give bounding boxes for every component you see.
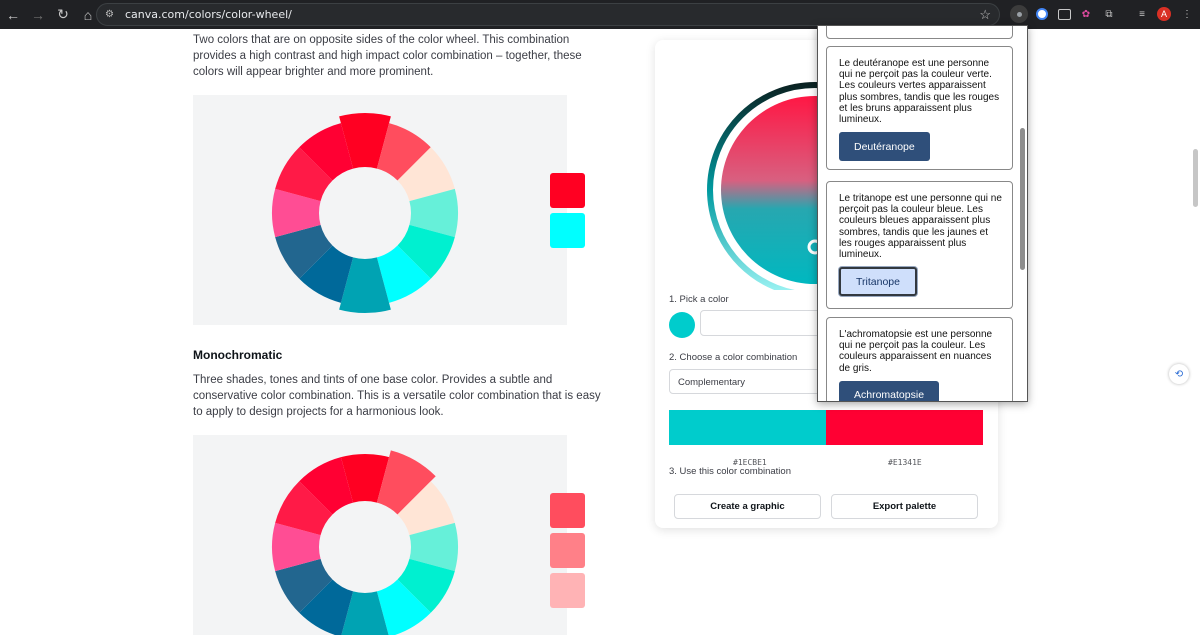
- back-icon[interactable]: ←: [2, 4, 24, 26]
- bookmark-star-icon[interactable]: ☆: [979, 7, 991, 23]
- popup-scrollbar[interactable]: [1020, 128, 1025, 270]
- deuteranope-card: Le deutéranope est une personne qui ne p…: [826, 46, 1013, 170]
- colorblind-extension-popup: Le deutéranope est une personne qui ne p…: [817, 25, 1028, 402]
- monochromatic-color-wheel: [272, 450, 458, 640]
- tritanope-description: Le tritanope est une personne qui ne per…: [839, 193, 1002, 261]
- monochromatic-wheel-panel: [193, 435, 567, 640]
- page-scrollbar[interactable]: [1193, 149, 1198, 207]
- export-palette-button[interactable]: Export palette: [831, 494, 978, 519]
- side-widget-icon[interactable]: ⟲: [1169, 364, 1189, 384]
- tritanope-card: Le tritanope est une personne qui ne per…: [826, 181, 1013, 309]
- media-queue-icon[interactable]: ≡: [1133, 5, 1151, 23]
- combination-preview: [669, 410, 983, 445]
- complementary-wheel-panel: [193, 95, 567, 325]
- screen-extension-icon[interactable]: [1055, 5, 1073, 23]
- achromatopsie-card: L'achromatopsie est une personne qui ne …: [826, 317, 1013, 401]
- google-extension-icon[interactable]: [1033, 5, 1051, 23]
- extensions-puzzle-icon[interactable]: ⧉: [1100, 5, 1118, 23]
- complementary-description: Two colors that are on opposite sides of…: [193, 34, 582, 78]
- create-graphic-button[interactable]: Create a graphic: [674, 494, 821, 519]
- profile-avatar[interactable]: A: [1155, 5, 1173, 23]
- site-settings-icon[interactable]: ⚙: [105, 9, 119, 21]
- reload-icon[interactable]: ↻: [52, 4, 74, 26]
- monochromatic-heading: Monochromatic: [193, 348, 283, 362]
- color-extension-icon[interactable]: ✿: [1077, 5, 1095, 23]
- popup-card-previous: [826, 26, 1013, 39]
- achromatopsie-description: L'achromatopsie est une personne qui ne …: [839, 329, 993, 374]
- combination-color-right[interactable]: [826, 410, 983, 445]
- monochromatic-description: Three shades, tones and tints of one bas…: [193, 374, 601, 418]
- combination-color-left[interactable]: [669, 410, 826, 445]
- complementary-swatch-2[interactable]: [550, 213, 585, 248]
- extension-active-icon[interactable]: [1010, 5, 1028, 23]
- deuteranope-description: Le deutéranope est une personne qui ne p…: [839, 58, 1000, 126]
- use-combination-label: 3. Use this color combination: [669, 466, 791, 477]
- deuteranope-button[interactable]: Deutéranope: [839, 132, 930, 162]
- complementary-color-wheel: [272, 112, 458, 313]
- achromatopsie-button[interactable]: Achromatopsie: [839, 380, 940, 401]
- url-text[interactable]: canva.com/colors/color-wheel/: [125, 8, 292, 21]
- tritanope-button[interactable]: Tritanope: [839, 267, 917, 297]
- monochromatic-swatch-2[interactable]: [550, 533, 585, 568]
- complementary-swatch-1[interactable]: [550, 173, 585, 208]
- address-bar[interactable]: ⚙ canva.com/colors/color-wheel/ ☆: [96, 3, 1000, 26]
- pick-color-label: 1. Pick a color: [669, 294, 729, 305]
- choose-combination-label: 2. Choose a color combination: [669, 352, 798, 363]
- hex-right-label: #E1341E: [888, 458, 922, 467]
- forward-icon[interactable]: →: [27, 4, 49, 26]
- menu-kebab-icon[interactable]: ⋮: [1178, 5, 1196, 23]
- monochromatic-swatch-3[interactable]: [550, 573, 585, 608]
- selected-color-dot[interactable]: [669, 312, 695, 338]
- monochromatic-swatch-1[interactable]: [550, 493, 585, 528]
